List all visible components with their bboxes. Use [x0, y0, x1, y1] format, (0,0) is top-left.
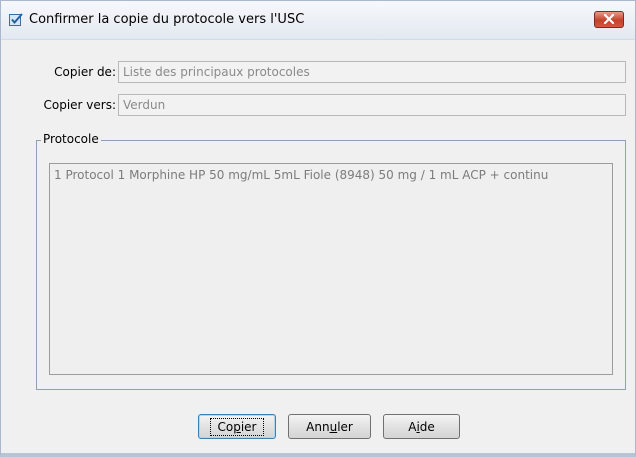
copy-to-field[interactable]: Verdun — [118, 94, 626, 116]
close-icon — [603, 13, 615, 27]
help-button[interactable]: Aide — [383, 414, 460, 439]
protocol-group-legend: Protocole — [41, 132, 101, 146]
copy-from-label: Copier de: — [54, 65, 116, 79]
copy-button[interactable]: Copier — [198, 414, 276, 439]
dialog-window: Confirmer la copie du protocole vers l'U… — [0, 0, 636, 457]
copy-to-label: Copier vers: — [43, 98, 116, 112]
title-bar[interactable]: Confirmer la copie du protocole vers l'U… — [1, 1, 635, 40]
copy-button-label: Copier — [210, 417, 264, 436]
protocol-group: Protocole 1 Protocol 1 Morphine HP 50 mg… — [36, 132, 626, 390]
help-button-label: Aide — [408, 419, 435, 434]
dialog-content: Copier de: Liste des principaux protocol… — [4, 40, 632, 453]
protocol-list[interactable]: 1 Protocol 1 Morphine HP 50 mg/mL 5mL Fi… — [49, 163, 613, 375]
cancel-button-label: Annuler — [306, 419, 353, 434]
dialog-title: Confirmer la copie du protocole vers l'U… — [29, 12, 305, 27]
close-button[interactable] — [594, 11, 624, 28]
checkbox-check-icon — [9, 13, 23, 27]
copy-from-field[interactable]: Liste des principaux protocoles — [118, 61, 626, 83]
list-item[interactable]: 1 Protocol 1 Morphine HP 50 mg/mL 5mL Fi… — [54, 168, 548, 182]
cancel-button[interactable]: Annuler — [288, 414, 371, 439]
